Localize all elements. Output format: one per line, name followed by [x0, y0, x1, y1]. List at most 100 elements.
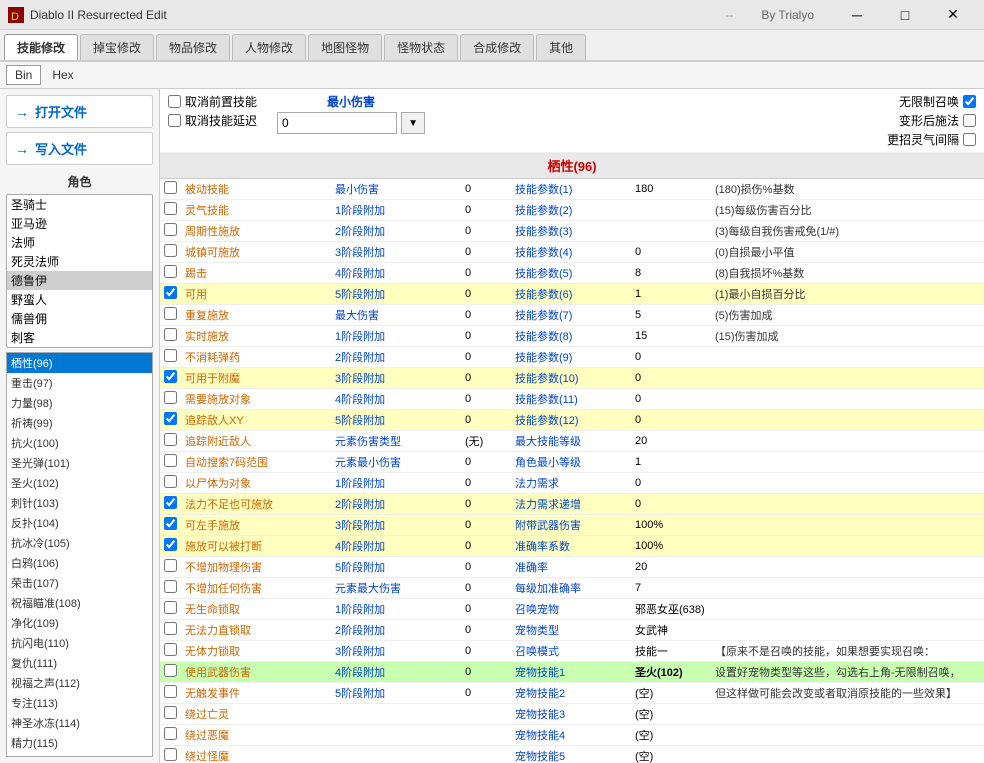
row-checkbox-3[interactable] — [164, 244, 177, 257]
row-desc-17: 准确率系数 — [511, 536, 631, 557]
skill-list-item-skill115[interactable]: 精力(115) — [7, 733, 152, 753]
skill-list[interactable]: 栖性(96)重击(97)力量(98)祈祷(99)抗火(100)圣光弹(101)圣… — [6, 352, 153, 757]
row-desc-2: 技能参数(3) — [511, 221, 631, 242]
skill-list-item-skill107[interactable]: 荣击(107) — [7, 573, 152, 593]
row-checkbox-26[interactable] — [164, 727, 177, 740]
row-checkbox-5[interactable] — [164, 286, 177, 299]
table-row: 绕过恶魔宠物技能4(空) — [160, 725, 984, 746]
row-name-27: 绕过怪魔 — [181, 746, 291, 763]
row-checkbox-4[interactable] — [164, 265, 177, 278]
skill-list-item-skill101[interactable]: 圣光弹(101) — [7, 453, 152, 473]
row-desc-val-7: 15 — [631, 326, 711, 347]
tab-chars[interactable]: 人物修改 — [232, 34, 306, 60]
row-checkbox-23[interactable] — [164, 664, 177, 677]
skill-list-item-skill108[interactable]: 祝福瞄准(108) — [7, 593, 152, 613]
sub-tab-hex[interactable]: Hex — [43, 65, 82, 85]
row-checkbox-21[interactable] — [164, 622, 177, 635]
row-checkbox-6[interactable] — [164, 307, 177, 320]
char-select[interactable]: 圣骑士亚马逊法师死灵法师德鲁伊野蛮人儒兽佣刺客 — [6, 194, 153, 348]
skill-list-item-skill109[interactable]: 净化(109) — [7, 613, 152, 633]
row-param-1: 1阶段附加 — [331, 200, 461, 221]
row-checkbox-10[interactable] — [164, 391, 177, 404]
tab-mapmonsters[interactable]: 地图怪物 — [308, 34, 382, 60]
row-note-9 — [711, 368, 984, 389]
right-checkbox-label-transformSkill: 变形后施法 — [899, 112, 959, 129]
row-val-17 — [291, 536, 331, 557]
row-checkbox-24[interactable] — [164, 685, 177, 698]
maximize-button[interactable]: □ — [882, 0, 928, 30]
row-checkbox-13[interactable] — [164, 454, 177, 467]
row-checkbox-11[interactable] — [164, 412, 177, 425]
row-desc-4: 技能参数(5) — [511, 263, 631, 284]
row-checkbox-12[interactable] — [164, 433, 177, 446]
row-param-17: 4阶段附加 — [331, 536, 461, 557]
row-checkbox-9[interactable] — [164, 370, 177, 383]
skill-list-item-skill102[interactable]: 圣火(102) — [7, 473, 152, 493]
row-val-7 — [291, 326, 331, 347]
tab-items[interactable]: 物品修改 — [156, 34, 230, 60]
minimize-button[interactable]: ─ — [834, 0, 880, 30]
row-checkbox-16[interactable] — [164, 517, 177, 530]
row-note-11 — [711, 410, 984, 431]
row-param-4: 4阶段附加 — [331, 263, 461, 284]
row-checkbox-22[interactable] — [164, 643, 177, 656]
row-param-val-16: 0 — [461, 515, 511, 536]
row-param-21: 2阶段附加 — [331, 620, 461, 641]
row-checkbox-27[interactable] — [164, 748, 177, 761]
row-checkbox-0[interactable] — [164, 181, 177, 194]
skill-list-item-skill110[interactable]: 抗闪电(110) — [7, 633, 152, 653]
row-checkbox-19[interactable] — [164, 580, 177, 593]
skill-list-item-skill106[interactable]: 白鸦(106) — [7, 553, 152, 573]
skill-list-item-skill105[interactable]: 抗冰冷(105) — [7, 533, 152, 553]
row-note-18 — [711, 557, 984, 578]
row-checkbox-7[interactable] — [164, 328, 177, 341]
tab-monsterstatus[interactable]: 怪物状态 — [384, 34, 458, 60]
skill-list-item-skill100[interactable]: 抗火(100) — [7, 433, 152, 453]
data-table-container[interactable]: 被动技能最小伤害0技能参数(1)180(180)损伤%基数灵气技能1阶段附加0技… — [160, 179, 984, 763]
row-checkbox-18[interactable] — [164, 559, 177, 572]
skill-list-item-skill111[interactable]: 复仇(111) — [7, 653, 152, 673]
right-checkbox-transformSkill[interactable] — [963, 114, 976, 127]
skill-list-item-skill112[interactable]: 视福之声(112) — [7, 673, 152, 693]
tab-skills[interactable]: 技能修改 — [4, 34, 78, 60]
row-desc-val-3: 0 — [631, 242, 711, 263]
row-desc-16: 附带武器伤害 — [511, 515, 631, 536]
min-damage-dropdown[interactable]: ▼ — [401, 112, 425, 134]
skill-list-item-skill98[interactable]: 力量(98) — [7, 393, 152, 413]
skill-list-item-skill96[interactable]: 栖性(96) — [7, 353, 152, 373]
sub-tab-bin[interactable]: Bin — [6, 65, 41, 85]
tab-other[interactable]: 其他 — [536, 34, 586, 60]
skill-list-item-skill103[interactable]: 刺针(103) — [7, 493, 152, 513]
skill-list-item-skill113[interactable]: 专注(113) — [7, 693, 152, 713]
skill-list-item-skill104[interactable]: 反扑(104) — [7, 513, 152, 533]
row-checkbox-14[interactable] — [164, 475, 177, 488]
checkbox-cancelFrontSkill[interactable] — [168, 95, 181, 108]
row-name-4: 踢击 — [181, 263, 291, 284]
row-note-21 — [711, 620, 984, 641]
row-checkbox-1[interactable] — [164, 202, 177, 215]
table-row: 追踪附近敌人元素伤害类型(无)最大技能等级20 — [160, 431, 984, 452]
skill-list-item-skill116[interactable]: 转换(116) — [7, 753, 152, 757]
tab-synthesis[interactable]: 合成修改 — [460, 34, 534, 60]
open-file-button[interactable]: → 打开文件 — [6, 95, 153, 128]
min-damage-input[interactable] — [277, 112, 397, 134]
row-checkbox-8[interactable] — [164, 349, 177, 362]
skill-list-item-skill99[interactable]: 祈祷(99) — [7, 413, 152, 433]
tab-drops[interactable]: 掉宝修改 — [80, 34, 154, 60]
skill-list-item-skill97[interactable]: 重击(97) — [7, 373, 152, 393]
row-checkbox-2[interactable] — [164, 223, 177, 236]
write-file-button[interactable]: → 写入文件 — [6, 132, 153, 165]
checkbox-cancelDelay[interactable] — [168, 114, 181, 127]
row-param-val-19: 0 — [461, 578, 511, 599]
table-row: 无体力锁取3阶段附加0召唤模式技能一【原来不是召唤的技能，如果想要实现召唤： — [160, 641, 984, 662]
right-checkbox-unlimitedSummon[interactable] — [963, 95, 976, 108]
row-checkbox-25[interactable] — [164, 706, 177, 719]
row-note-17 — [711, 536, 984, 557]
skill-list-item-skill114[interactable]: 神圣冰冻(114) — [7, 713, 152, 733]
row-checkbox-17[interactable] — [164, 538, 177, 551]
row-desc-val-17: 100% — [631, 536, 711, 557]
close-button[interactable]: ✕ — [930, 0, 976, 30]
row-checkbox-20[interactable] — [164, 601, 177, 614]
right-checkbox-moreGhosts[interactable] — [963, 133, 976, 146]
row-checkbox-15[interactable] — [164, 496, 177, 509]
